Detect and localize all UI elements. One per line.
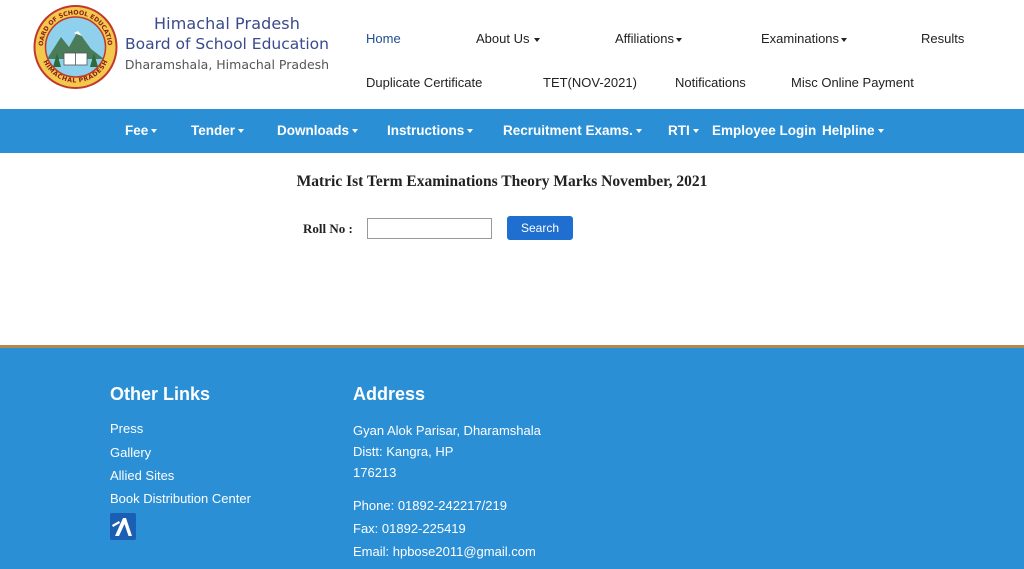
- brand-line2: Board of School Education: [125, 35, 329, 53]
- nav-home-label: Home: [366, 31, 401, 46]
- nav-about-us[interactable]: About Us: [476, 31, 541, 47]
- footer-phone: Phone: 01892-242217/219: [353, 498, 507, 513]
- navbar-instructions-label: Instructions: [387, 123, 465, 138]
- chevron-down-icon: [841, 37, 848, 42]
- navbar-downloads-label: Downloads: [277, 123, 350, 138]
- footer-fax: Fax: 01892-225419: [353, 521, 466, 536]
- brand-block: Himachal Pradesh Board of School Educati…: [122, 14, 332, 76]
- footer-divider: [0, 345, 1024, 348]
- site-footer: [0, 345, 1024, 569]
- chevron-down-icon: [534, 37, 541, 42]
- nav-misc-online-payment[interactable]: Misc Online Payment: [791, 75, 914, 91]
- hpbose-logo[interactable]: BOARD OF SCHOOL EDUCATION HIMACHAL PRADE…: [33, 3, 118, 91]
- nav-tet-label: TET(NOV-2021): [543, 75, 637, 90]
- navbar-employee-login[interactable]: Employee Login: [712, 123, 816, 139]
- footer-link-allied-sites[interactable]: Allied Sites: [110, 468, 174, 484]
- nav-notifications[interactable]: Notifications: [675, 75, 746, 91]
- navbar-tender[interactable]: Tender: [191, 123, 245, 139]
- address-line-2: Distt: Kangra, HP: [353, 444, 454, 459]
- other-links-heading: Other Links: [110, 384, 211, 404]
- nav-home[interactable]: Home: [366, 31, 401, 47]
- footer-email[interactable]: Email: hpbose2011@gmail.com: [353, 544, 536, 560]
- nav-duplicate-certificate[interactable]: Duplicate Certificate: [366, 75, 482, 91]
- chevron-down-icon: [467, 129, 474, 134]
- nav-results[interactable]: Results: [921, 31, 964, 47]
- nav-affiliations-label: Affiliations: [615, 31, 675, 46]
- nav-tet[interactable]: TET(NOV-2021): [543, 75, 637, 91]
- nav-examinations-label: Examinations: [761, 31, 840, 46]
- chevron-down-icon: [692, 129, 699, 134]
- chevron-down-icon: [676, 37, 683, 42]
- nav-notifications-label: Notifications: [675, 75, 746, 90]
- nav-about-us-label: About Us: [476, 31, 530, 46]
- chevron-down-icon: [352, 129, 359, 134]
- roll-no-label: Roll No :: [303, 221, 353, 236]
- navbar-employee-login-label: Employee Login: [712, 123, 817, 138]
- navbar-fee-label: Fee: [125, 123, 149, 138]
- search-button[interactable]: Search: [507, 216, 573, 240]
- main-navbar: Fee Tender Downloads Instructions Recrui…: [0, 109, 1024, 153]
- footer-link-gallery[interactable]: Gallery: [110, 445, 151, 461]
- brand-line3: Dharamshala, Himachal Pradesh: [124, 57, 330, 72]
- chevron-down-icon: [151, 129, 158, 134]
- site-header: BOARD OF SCHOOL EDUCATION HIMACHAL PRADE…: [0, 0, 1024, 109]
- navbar-tender-label: Tender: [191, 123, 236, 138]
- roll-no-input[interactable]: [367, 218, 492, 239]
- address-line-3: 176213: [353, 465, 397, 480]
- chevron-down-icon: [238, 129, 245, 134]
- address-line-1: Gyan Alok Parisar, Dharamshala: [353, 423, 541, 438]
- navbar-rti[interactable]: RTI: [668, 123, 699, 139]
- navbar-fee[interactable]: Fee: [125, 123, 158, 139]
- nav-misc-label: Misc Online Payment: [791, 75, 914, 90]
- nav-affiliations[interactable]: Affiliations: [615, 31, 683, 47]
- footer-link-press[interactable]: Press: [110, 421, 143, 437]
- navbar-downloads[interactable]: Downloads: [277, 123, 359, 139]
- navbar-recruitment-label: Recruitment Exams.: [503, 123, 633, 138]
- accessibility-app-icon[interactable]: [110, 513, 136, 540]
- nav-results-label: Results: [921, 31, 965, 46]
- nav-duplicate-label: Duplicate Certificate: [366, 75, 483, 90]
- navbar-helpline-label: Helpline: [822, 123, 875, 138]
- footer-link-book-distribution[interactable]: Book Distribution Center: [110, 491, 251, 507]
- navbar-rti-label: RTI: [668, 123, 690, 138]
- page-title: Matric Ist Term Examinations Theory Mark…: [296, 173, 708, 190]
- address-heading: Address: [353, 384, 426, 404]
- chevron-down-icon: [877, 129, 884, 134]
- chevron-down-icon: [635, 129, 642, 134]
- navbar-recruitment-exams[interactable]: Recruitment Exams.: [503, 123, 642, 139]
- nav-examinations[interactable]: Examinations: [761, 31, 848, 47]
- navbar-helpline[interactable]: Helpline: [822, 123, 884, 139]
- brand-line1: Himachal Pradesh: [154, 14, 300, 33]
- navbar-instructions[interactable]: Instructions: [387, 123, 474, 139]
